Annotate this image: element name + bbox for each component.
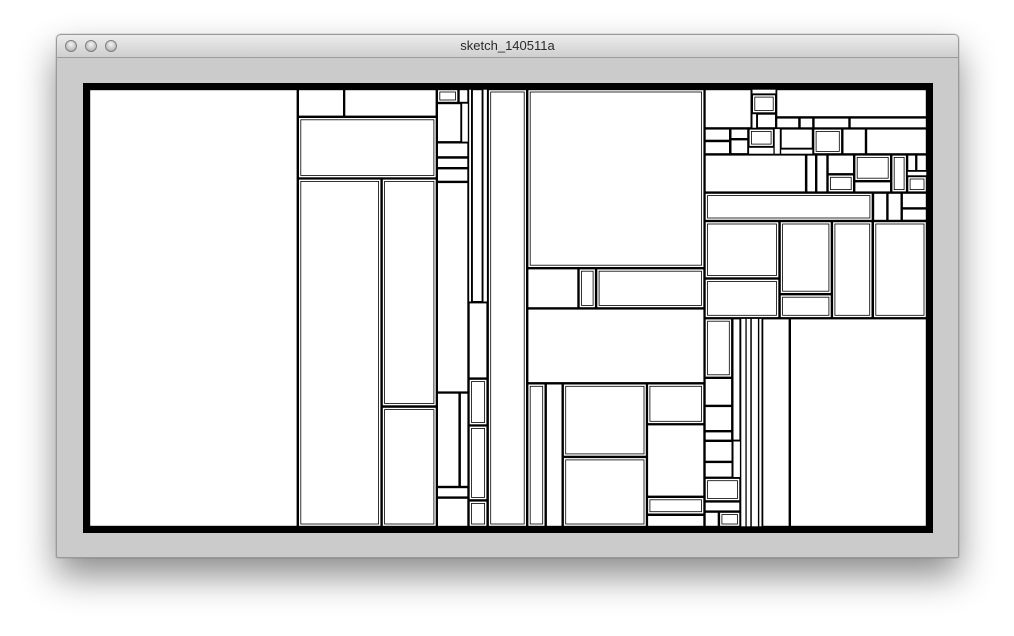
sketch-window: sketch_140511a (56, 34, 959, 558)
window-title: sketch_140511a (460, 38, 555, 53)
window-content (57, 58, 958, 557)
title-bar[interactable]: sketch_140511a (57, 35, 958, 58)
sketch-canvas[interactable] (83, 83, 933, 533)
